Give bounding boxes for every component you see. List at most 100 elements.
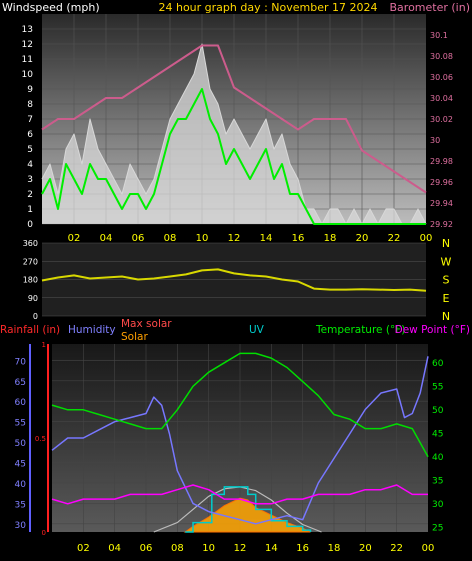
wind-barometer-chart: 012345678910111213 29.9229.9429.9629.983… [22,14,453,244]
windspeed-tick: 7 [27,115,33,125]
compass-letter: S [443,274,450,287]
x-tick-label: 10 [196,233,209,244]
humidity-tick: 60 [15,398,27,408]
barometer-tick: 30.04 [430,94,453,103]
x-tick-label: 12 [234,543,247,554]
humidity-tick: 40 [15,480,27,490]
barometer-tick: 29.92 [430,220,453,229]
max-solar-legend: Max solar [121,318,172,330]
wind-direction-chart: 360270180900 NWSEN [23,237,452,323]
humidity-tick: 45 [15,460,26,470]
uv-legend: UV [249,324,265,336]
rainfall-tick: 0.5 [35,435,46,443]
barometer-tick-labels: 29.92 29.94 29.96 29.98 30 30.02 30.04 30.06 30.… [430,31,453,229]
rainfall-tick-labels: 10.50 [35,341,46,537]
windspeed-tick: 4 [27,160,33,170]
direction-tick: 180 [23,276,38,285]
dew-point-legend: Dew Point (°F) [395,324,470,336]
windspeed-tick-labels: 012345678910111213 [22,25,34,230]
temperature-legend: Temperature (°F) [315,324,405,336]
temperature-tick: 25 [432,523,443,533]
barometer-tick: 29.98 [430,157,453,166]
rainfall-tick: 0 [42,529,46,537]
humidity-tick: 30 [15,521,27,531]
x-tick-label: 22 [390,543,403,554]
x-tick-label: 00 [422,543,435,554]
windspeed-tick: 0 [27,220,33,230]
humidity-tick-labels: 70 65 60 55 50 45 40 35 30 [15,357,27,530]
x-tick-label: 02 [77,543,90,554]
x-tick-label: 16 [296,543,309,554]
direction-tick: 90 [28,294,38,303]
x-tick-label: 22 [388,233,401,244]
x-tick-label: 08 [164,233,177,244]
temperature-tick: 50 [432,406,444,416]
windspeed-tick: 2 [27,190,33,200]
barometer-tick: 29.94 [430,199,453,208]
humidity-tick: 70 [15,357,27,367]
humidity-tick: 35 [15,500,26,510]
x-tick-label: 14 [260,233,273,244]
x-tick-label: 06 [140,543,153,554]
humidity-tick: 65 [15,378,26,388]
x-tick-label: 16 [292,233,305,244]
barometer-tick: 30 [430,136,440,145]
barometer-tick: 30.08 [430,52,453,61]
windspeed-tick: 1 [27,205,33,215]
temperature-tick: 30 [432,500,444,510]
x-tick-label: 00 [420,233,433,244]
windspeed-tick: 8 [27,100,33,110]
x-tick-label: 02 [68,233,81,244]
x-tick-label: 06 [132,233,145,244]
compass-letter: N [442,310,450,323]
windspeed-tick: 11 [22,55,33,65]
rainfall-tick: 1 [42,341,46,349]
x-tick-label: 04 [108,543,121,554]
x-tick-label: 14 [265,543,278,554]
compass-letter: W [441,255,452,268]
windspeed-tick: 5 [27,145,33,155]
humidity-legend: Humidity [68,324,116,336]
compass-letter: E [443,292,450,305]
x-tick-label: 12 [228,233,241,244]
windspeed-tick: 10 [22,70,34,80]
temperature-x-tick-labels: 02 04 06 08 10 12 14 16 18 20 22 00 [77,543,434,554]
compass-labels: NWSEN [441,237,452,323]
temperature-tick: 45 [432,429,443,439]
temperature-tick-labels: 60 55 50 45 40 35 30 25 [432,359,444,534]
direction-degree-labels: 360 270 180 90 0 [23,239,38,321]
x-tick-label: 18 [328,543,341,554]
windspeed-tick: 9 [27,85,33,95]
humidity-tick: 55 [15,419,26,429]
barometer-tick: 30.02 [430,115,453,124]
windspeed-axis-title: Windspeed (mph) [2,1,100,14]
x-tick-label: 10 [202,543,215,554]
x-tick-label: 20 [359,543,372,554]
windspeed-tick: 3 [27,175,33,185]
solar-legend: Solar [121,331,148,343]
barometer-tick: 29.96 [430,178,453,187]
barometer-axis-title: Barometer (in) [390,1,471,14]
x-tick-label: 04 [100,233,113,244]
windspeed-tick: 13 [22,25,33,35]
compass-letter: N [442,237,450,250]
windspeed-tick: 12 [22,40,33,50]
x-tick-label: 18 [324,233,337,244]
chart-title: 24 hour graph day : November 17 2024 [158,1,377,14]
windspeed-tick: 6 [27,130,33,140]
direction-tick: 360 [23,239,38,248]
temperature-humidity-chart: 706560555045403530 10.50 605550454035302… [15,341,444,554]
barometer-tick: 30.1 [430,31,448,40]
temperature-tick: 40 [432,453,444,463]
temperature-tick: 55 [432,382,443,392]
temperature-tick: 60 [432,359,444,369]
humidity-tick: 50 [15,439,27,449]
barometer-tick: 30.06 [430,73,453,82]
x-tick-label: 20 [356,233,369,244]
temperature-tick: 35 [432,476,443,486]
weather-graph-canvas: Windspeed (mph) 24 hour graph day : Nove… [0,1,471,554]
direction-tick: 270 [23,257,38,266]
x-tick-label: 08 [171,543,184,554]
direction-tick: 0 [33,312,38,321]
wind-x-tick-labels: 02 04 06 08 10 12 14 16 18 20 22 00 [68,233,433,244]
